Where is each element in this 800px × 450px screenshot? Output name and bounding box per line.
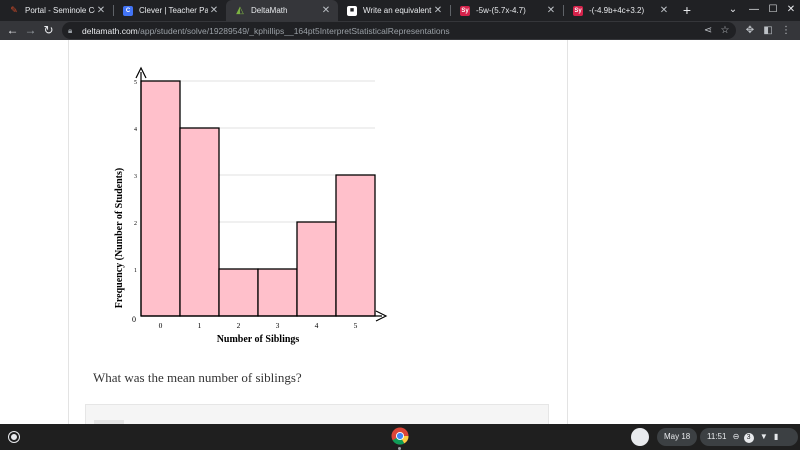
chrome-icon[interactable] (391, 427, 409, 445)
close-icon[interactable]: ✕ (208, 5, 220, 16)
menu-kebab-icon[interactable]: ⋮ (778, 22, 794, 39)
symbolab-icon: Sy (573, 5, 583, 16)
date-tray[interactable]: May 18 (657, 428, 698, 446)
tab-title: Clever | Teacher Page (139, 6, 208, 15)
question-text: What was the mean number of siblings? (93, 370, 302, 385)
y-tick-label: 0 (132, 315, 136, 324)
tab-symbolab-2[interactable]: Sy -(-4.9b+4c+3.2) ✕ (564, 0, 676, 21)
y-tick-label: 3 (134, 174, 137, 180)
y-tick-label: 4 (134, 127, 137, 133)
extensions-icon[interactable]: ✥ (742, 22, 758, 39)
close-icon[interactable]: ✕ (432, 5, 444, 16)
status-tray[interactable]: 11:51 ⊖ 3 ▼ ▮ (700, 428, 798, 446)
back-icon[interactable]: ← (4, 22, 21, 39)
stylus-tools-icon[interactable] (631, 428, 649, 446)
bars (140, 80, 376, 317)
notification-icon: ⊖ (732, 432, 740, 441)
side-panel-icon[interactable]: ◧ (760, 22, 776, 39)
tab-title: -5w-(5.7x-4.7) (476, 6, 526, 15)
histogram-bar (218, 268, 259, 317)
os-shelf: May 18 11:51 ⊖ 3 ▼ ▮ (0, 424, 800, 450)
y-axis-label: Frequency (Number of Students) (114, 168, 125, 308)
reload-icon[interactable]: ↻ (40, 22, 57, 39)
new-tab-button[interactable]: + (679, 2, 695, 18)
notification-count-badge: 3 (743, 433, 754, 443)
close-icon[interactable]: ✕ (320, 5, 332, 16)
y-tick-label: 2 (134, 221, 137, 227)
x-tick-label: 2 (237, 321, 241, 330)
bookmark-star-icon[interactable]: ☆ (717, 22, 733, 39)
launcher-icon[interactable] (9, 432, 19, 442)
feather-icon: ✎ (10, 5, 18, 15)
share-icon[interactable]: ⋖ (700, 22, 716, 39)
url-host: deltamath.com (82, 25, 138, 36)
x-tick-label: 5 (354, 321, 358, 330)
close-icon[interactable]: ✕ (545, 5, 557, 16)
x-tick-label: 3 (276, 321, 280, 330)
x-tick-label: 4 (315, 321, 319, 330)
tab-title: DeltaMath (251, 6, 288, 15)
symbolab-icon: Sy (460, 5, 470, 16)
address-bar[interactable]: 🔒︎ deltamath.com/app/student/solve/19289… (62, 22, 736, 39)
x-tick-label: 1 (198, 321, 202, 330)
forward-icon[interactable]: → (22, 22, 39, 39)
tab-strip: ✎ Portal - Seminole Coun ✕ C Clever | Te… (0, 0, 800, 21)
histogram-bar (335, 174, 376, 317)
close-window-icon[interactable]: ✕ (781, 2, 800, 18)
tab-symbolab-1[interactable]: Sy -5w-(5.7x-4.7) ✕ (451, 0, 563, 21)
histogram-bar (257, 268, 298, 317)
histogram-chart: 0 1 2 3 4 5 0 1 2 3 4 5 Number of Siblings Frequenc… (114, 66, 388, 345)
battery-icon: ▮ (774, 432, 779, 441)
clever-icon: C (123, 5, 133, 16)
tab-portal[interactable]: ✎ Portal - Seminole Coun ✕ (0, 0, 113, 21)
deltamath-icon: ◭ (236, 5, 244, 16)
clock-time: 11:51 (707, 432, 727, 441)
tab-title: Portal - Seminole Coun (25, 6, 95, 15)
tab-deltamath[interactable]: ◭ DeltaMath ✕ (226, 0, 338, 21)
tab-title: -(-4.9b+4c+3.2) (589, 6, 645, 15)
answer-area[interactable] (85, 404, 549, 424)
tab-search-icon[interactable]: ⌄ (723, 2, 743, 18)
histogram-bar (296, 221, 337, 317)
histogram-bar (179, 127, 220, 317)
lock-icon: 🔒︎ (68, 25, 73, 35)
close-icon[interactable]: ✕ (95, 5, 107, 16)
browser-toolbar: ← → ↻ 🔒︎ deltamath.com/app/student/solve… (0, 21, 800, 40)
close-icon[interactable]: ✕ (658, 5, 670, 16)
y-tick-label: 1 (134, 268, 137, 274)
brainly-icon: ■ (347, 5, 357, 16)
maximize-icon[interactable]: ☐ (763, 2, 783, 18)
x-tick-label: 0 (159, 321, 163, 330)
url-path: /app/student/solve/19289549/_kphillips__… (137, 25, 450, 36)
x-axis-label: Number of Siblings (217, 334, 300, 345)
wifi-icon: ▼ (759, 432, 768, 441)
histogram-bar (140, 80, 181, 317)
tab-brainly[interactable]: ■ Write an equivalent exp ✕ (338, 0, 450, 21)
tab-clever[interactable]: C Clever | Teacher Page ✕ (114, 0, 226, 21)
tab-title: Write an equivalent exp (363, 6, 432, 15)
y-tick-label: 5 (134, 80, 137, 86)
minimize-icon[interactable]: — (744, 2, 764, 18)
page-content: 0 1 2 3 4 5 0 1 2 3 4 5 Number of Siblings Frequenc… (0, 40, 800, 424)
